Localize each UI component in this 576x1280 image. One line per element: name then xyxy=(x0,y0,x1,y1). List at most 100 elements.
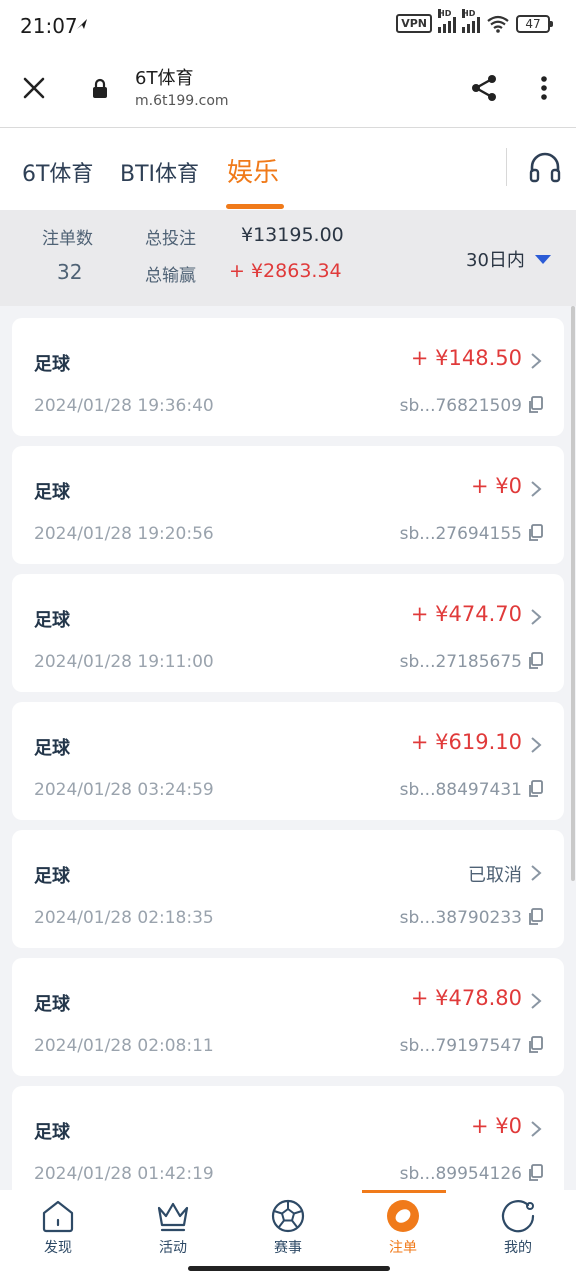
scrollbar-thumb[interactable] xyxy=(571,306,575,881)
chevron-right-icon xyxy=(531,737,542,753)
location-arrow-icon xyxy=(77,19,87,29)
bet-date: 2024/01/28 02:08:11 xyxy=(34,1036,214,1056)
bet-sport: 足球 xyxy=(34,482,70,503)
more-vertical-icon[interactable] xyxy=(530,72,558,104)
copy-icon[interactable] xyxy=(527,524,543,542)
caret-down-icon xyxy=(534,254,551,264)
bet-list[interactable]: 足球 + ¥148.50 2024/01/28 19:36:40 sb...76… xyxy=(0,306,576,1190)
bet-status-cancelled: 已取消 xyxy=(468,865,522,886)
period-label: 30日内 xyxy=(466,250,525,271)
active-tab-indicator xyxy=(226,204,284,209)
total-win-label: 总输赢 xyxy=(145,266,196,286)
nav-label: 注单 xyxy=(389,1240,417,1256)
bet-card[interactable]: 足球 已取消 2024/01/28 02:18:35 sb...38790233 xyxy=(12,830,564,948)
status-time: 21:07 xyxy=(20,14,78,38)
bet-id: sb...38790233 xyxy=(399,908,522,928)
tab-divider xyxy=(506,148,507,186)
total-win-value: + ¥2863.34 xyxy=(229,260,342,282)
period-dropdown[interactable]: 30日内 xyxy=(466,246,551,272)
bet-amount: + ¥0 xyxy=(471,1114,522,1138)
active-nav-indicator xyxy=(362,1190,446,1193)
copy-icon[interactable] xyxy=(527,780,543,798)
share-icon[interactable] xyxy=(468,72,500,104)
bet-date: 2024/01/28 01:42:19 xyxy=(34,1164,214,1184)
bet-date: 2024/01/28 19:20:56 xyxy=(34,524,214,544)
soccer-ball-icon xyxy=(271,1199,305,1233)
nav-label: 我的 xyxy=(504,1240,532,1256)
total-bet-value: ¥13195.00 xyxy=(241,224,344,246)
nav-events[interactable]: 赛事 xyxy=(243,1196,333,1264)
bet-amount: + ¥0 xyxy=(471,474,522,498)
chevron-right-icon xyxy=(531,993,542,1009)
vpn-badge: VPN xyxy=(396,14,432,33)
nav-label: 活动 xyxy=(159,1240,187,1256)
bet-summary: 注单数 32 总投注 ¥13195.00 总输赢 + ¥2863.34 30日内 xyxy=(0,210,576,306)
chevron-right-icon xyxy=(531,481,542,497)
bet-card[interactable]: 足球 + ¥474.70 2024/01/28 19:11:00 sb...27… xyxy=(12,574,564,692)
nav-label: 赛事 xyxy=(274,1240,302,1256)
site-title: 6T体育 xyxy=(135,68,194,89)
count-label: 注单数 xyxy=(42,229,93,249)
profile-icon xyxy=(501,1200,535,1233)
tab-6t-sports[interactable]: 6T体育 xyxy=(22,156,93,188)
status-icons: VPN HD HD 47 xyxy=(396,8,553,33)
bet-id: sb...76821509 xyxy=(399,396,522,416)
copy-icon[interactable] xyxy=(527,652,543,670)
chevron-right-icon xyxy=(531,609,542,625)
lock-icon xyxy=(93,78,107,98)
chevron-right-icon xyxy=(531,1121,542,1137)
bet-id: sb...89954126 xyxy=(399,1164,522,1184)
bet-date: 2024/01/28 19:11:00 xyxy=(34,652,214,672)
bet-card[interactable]: 足球 + ¥619.10 2024/01/28 03:24:59 sb...88… xyxy=(12,702,564,820)
status-bar: 21:07 VPN HD HD 47 xyxy=(0,0,576,52)
bet-card[interactable]: 足球 + ¥0 2024/01/28 01:42:19 sb...8995412… xyxy=(12,1086,564,1190)
hd-label: HD xyxy=(462,8,476,18)
bet-id: sb...88497431 xyxy=(399,780,522,800)
category-tabs: 6T体育 BTI体育 娱乐 xyxy=(0,128,576,210)
tab-bti-sports[interactable]: BTI体育 xyxy=(120,156,199,188)
nav-activity[interactable]: 活动 xyxy=(128,1196,218,1264)
bet-amount: + ¥148.50 xyxy=(410,346,522,370)
bet-sport: 足球 xyxy=(34,1122,70,1143)
close-icon[interactable] xyxy=(18,72,50,104)
browser-bar: 6T体育 m.6t199.com xyxy=(0,52,576,128)
bet-slip-icon xyxy=(387,1200,419,1232)
bet-sport: 足球 xyxy=(34,738,70,759)
copy-icon[interactable] xyxy=(527,1036,543,1054)
headset-icon[interactable] xyxy=(527,150,563,186)
bet-id: sb...27694155 xyxy=(399,524,522,544)
bet-date: 2024/01/28 19:36:40 xyxy=(34,396,214,416)
copy-icon[interactable] xyxy=(527,396,543,414)
wifi-icon xyxy=(487,15,509,33)
bet-card[interactable]: 足球 + ¥478.80 2024/01/28 02:08:11 sb...79… xyxy=(12,958,564,1076)
bet-amount: + ¥474.70 xyxy=(410,602,522,626)
home-icon xyxy=(42,1200,74,1233)
signal-icon: HD xyxy=(438,8,456,33)
chevron-right-icon xyxy=(531,353,542,369)
tab-entertainment[interactable]: 娱乐 xyxy=(227,152,279,189)
site-url: m.6t199.com xyxy=(135,93,229,109)
count-value: 32 xyxy=(57,260,83,284)
chevron-right-icon xyxy=(531,865,542,881)
bet-date: 2024/01/28 03:24:59 xyxy=(34,780,214,800)
home-indicator[interactable] xyxy=(188,1266,390,1271)
crown-icon xyxy=(157,1202,189,1232)
copy-icon[interactable] xyxy=(527,908,543,926)
copy-icon[interactable] xyxy=(527,1164,543,1182)
bet-id: sb...79197547 xyxy=(399,1036,522,1056)
bet-sport: 足球 xyxy=(34,610,70,631)
bet-amount: + ¥619.10 xyxy=(410,730,522,754)
nav-discover[interactable]: 发现 xyxy=(13,1196,103,1264)
bet-id: sb...27185675 xyxy=(399,652,522,672)
bet-sport: 足球 xyxy=(34,994,70,1015)
hd-label: HD xyxy=(438,8,452,18)
bet-date: 2024/01/28 02:18:35 xyxy=(34,908,214,928)
nav-bets[interactable]: 注单 xyxy=(358,1196,448,1264)
nav-profile[interactable]: 我的 xyxy=(473,1196,563,1264)
bet-amount: + ¥478.80 xyxy=(410,986,522,1010)
battery-icon: 47 xyxy=(516,14,553,33)
total-bet-label: 总投注 xyxy=(145,229,196,249)
bet-sport: 足球 xyxy=(34,354,70,375)
bet-card[interactable]: 足球 + ¥0 2024/01/28 19:20:56 sb...2769415… xyxy=(12,446,564,564)
bet-card[interactable]: 足球 + ¥148.50 2024/01/28 19:36:40 sb...76… xyxy=(12,318,564,436)
